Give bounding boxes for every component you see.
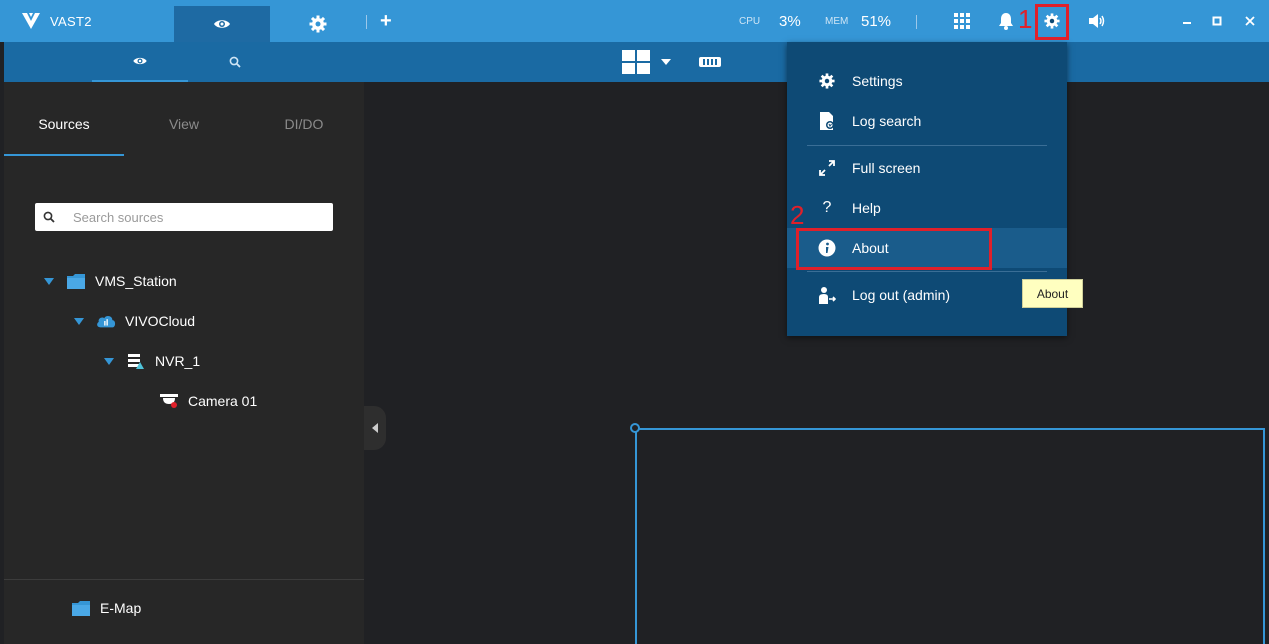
- view-toolbar: [4, 42, 1269, 82]
- menu-separator: [807, 145, 1047, 146]
- resize-handle[interactable]: [630, 423, 640, 433]
- log-search-icon: [817, 111, 837, 131]
- volume-button[interactable]: [1087, 11, 1107, 31]
- apps-grid-button[interactable]: [952, 11, 972, 31]
- menu-separator: [807, 271, 1047, 272]
- about-tooltip: About: [1022, 279, 1083, 308]
- video-wall-icon: [699, 57, 721, 67]
- emap-label: E-Map: [100, 600, 142, 616]
- tree-item-label: Camera 01: [188, 393, 258, 409]
- vast-logo-icon: [22, 13, 40, 29]
- tab-live-view[interactable]: [174, 6, 270, 42]
- emap-item[interactable]: E-Map: [71, 597, 141, 619]
- tab-dido[interactable]: DI/DO: [244, 116, 364, 132]
- logout-icon: [817, 285, 837, 305]
- menu-item-help[interactable]: ? Help: [787, 188, 1067, 228]
- expand-arrow-icon[interactable]: [104, 357, 114, 365]
- layout-selector-button[interactable]: [621, 50, 681, 74]
- maximize-icon: [1212, 16, 1222, 26]
- menu-item-label: Settings: [852, 73, 903, 89]
- eye-icon: [133, 57, 147, 65]
- annotation-box-2: [796, 228, 992, 270]
- annotation-number-1: 1: [1018, 4, 1033, 34]
- menu-item-label: Full screen: [852, 160, 921, 176]
- chevron-down-icon: [661, 59, 671, 65]
- tab-sources[interactable]: Sources: [4, 116, 124, 132]
- tab-search[interactable]: [220, 42, 250, 82]
- minimize-icon: [1183, 22, 1191, 24]
- menu-item-full-screen[interactable]: Full screen: [787, 148, 1067, 188]
- add-tab-button[interactable]: +: [380, 10, 392, 32]
- mem-label: MEM: [825, 16, 849, 27]
- sources-panel: Sources View DI/DO VMS_Station VIVOCloud…: [4, 82, 364, 644]
- grid-icon: [954, 13, 970, 29]
- menu-item-label: Log search: [852, 113, 922, 129]
- menu-item-log-search[interactable]: Log search: [787, 101, 1067, 141]
- bell-icon: [999, 13, 1013, 30]
- search-sources-box[interactable]: [35, 203, 333, 231]
- tab-live-sources[interactable]: [92, 42, 188, 82]
- nvr-icon: [126, 352, 146, 370]
- menu-item-settings[interactable]: Settings: [787, 61, 1067, 101]
- cpu-value: 3%: [779, 13, 801, 30]
- close-button[interactable]: [1241, 11, 1259, 31]
- tree-item-label: NVR_1: [155, 353, 201, 369]
- chevron-left-icon: [372, 423, 378, 433]
- notifications-button[interactable]: [996, 11, 1016, 31]
- annotation-box-1: [1035, 4, 1069, 40]
- close-icon: [1245, 16, 1255, 26]
- help-icon: ?: [822, 199, 832, 216]
- title-bar: VAST2 + CPU 3% MEM 51%: [0, 0, 1269, 42]
- tree-item-camera[interactable]: Camera 01: [159, 390, 257, 412]
- menu-item-label: Help: [852, 200, 881, 216]
- search-icon: [43, 211, 55, 223]
- tree-item-nvr[interactable]: NVR_1: [104, 350, 200, 372]
- app-name: VAST2: [50, 14, 92, 29]
- expand-arrow-icon[interactable]: [44, 277, 54, 285]
- folder-icon: [71, 599, 91, 617]
- panel-divider: [4, 579, 364, 580]
- tree-item-label: VIVOCloud: [125, 313, 196, 329]
- separator: [916, 15, 917, 29]
- tab-view[interactable]: View: [124, 116, 244, 132]
- active-tab-indicator: [4, 154, 124, 156]
- cloud-icon: [96, 312, 116, 330]
- gear-icon: [309, 15, 327, 33]
- cpu-label: CPU: [739, 16, 761, 27]
- camera-icon: [159, 392, 179, 410]
- mem-value: 51%: [861, 13, 892, 30]
- tree-item-label: VMS_Station: [95, 273, 177, 289]
- tree-item-vivocloud[interactable]: VIVOCloud: [74, 310, 195, 332]
- eye-icon: [214, 20, 230, 28]
- layout-grid-icon: [622, 50, 650, 74]
- menu-item-label: Log out (admin): [852, 287, 951, 303]
- tab-settings[interactable]: [300, 6, 336, 42]
- folder-icon: [66, 272, 86, 290]
- speaker-icon: [1089, 14, 1105, 28]
- separator: [366, 15, 367, 29]
- video-wall-button[interactable]: [698, 55, 722, 69]
- expand-arrow-icon[interactable]: [74, 317, 84, 325]
- fullscreen-icon: [817, 158, 837, 178]
- search-icon: [229, 56, 241, 68]
- gear-icon: [817, 71, 837, 91]
- tree-item-vms-station[interactable]: VMS_Station: [44, 270, 177, 292]
- maximize-button[interactable]: [1208, 11, 1226, 31]
- minimize-button[interactable]: [1178, 11, 1196, 31]
- search-sources-input[interactable]: [73, 203, 323, 231]
- annotation-number-2: 2: [790, 200, 805, 230]
- video-cell[interactable]: [635, 428, 1265, 644]
- collapse-panel-button[interactable]: [364, 406, 386, 450]
